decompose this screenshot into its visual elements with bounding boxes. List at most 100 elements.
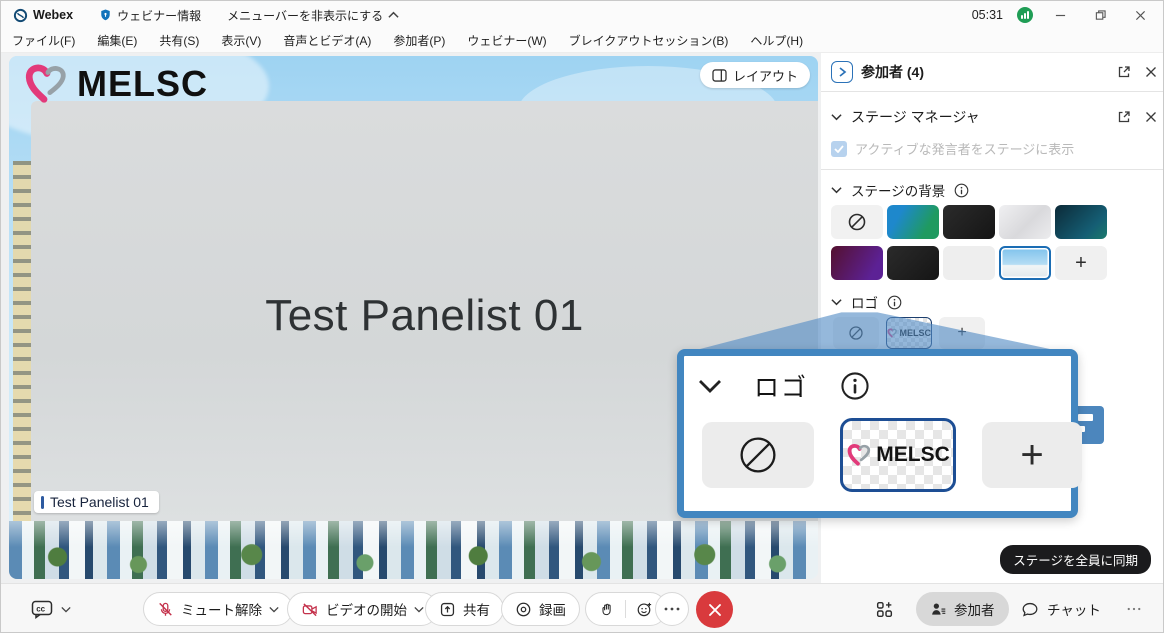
chat-button[interactable]: チャット [1021,592,1101,626]
panelist-display-name: Test Panelist 01 [31,291,818,341]
bg-thumbnail-silver[interactable] [999,205,1051,239]
active-speaker-checkbox[interactable] [831,141,847,157]
active-speaker-label: アクティブな発言者をステージに表示 [855,139,1074,158]
main-region: Test Panelist 01 MELSC レイアウト Test Paneli… [1,53,1164,583]
menu-help[interactable]: ヘルプ(H) [739,32,814,49]
restore-button[interactable] [1087,6,1113,24]
layout-icon [712,69,727,82]
unmute-button[interactable]: ミュート解除 [143,592,293,626]
panel-divider [821,91,1164,92]
webinar-info-button[interactable]: ウェビナー情報 [99,7,201,24]
active-speaker-row: アクティブな発言者をステージに表示 [831,139,1157,158]
bg-thumbnail-dark[interactable] [887,246,939,280]
apps-grid-icon [875,600,894,619]
bg-thumbnail-none[interactable] [831,205,883,239]
callout-no-logo-tile[interactable] [702,422,814,488]
audio-indicator-icon [41,496,44,509]
reactions-smiley-icon[interactable] [636,601,653,618]
menu-view[interactable]: 表示(V) [210,32,272,49]
apps-button[interactable] [875,592,894,626]
menu-breakout[interactable]: ブレイクアウトセッション(B) [558,32,740,49]
menu-edit[interactable]: 編集(E) [86,32,148,49]
record-button[interactable]: 録画 [501,592,580,626]
logo-section-header: ロゴ [831,291,1157,313]
bg-thumbnail-ocean[interactable] [887,205,939,239]
more-options-button[interactable] [655,592,689,626]
share-screen-icon [439,601,456,618]
collapse-panel-button[interactable] [831,61,853,83]
app-title: Webex [33,8,73,22]
minimize-button[interactable] [1047,6,1073,24]
callout-melsc-logo-tile-selected[interactable]: MELSC [840,418,956,492]
stage-brand-text: MELSC [77,63,208,105]
city-skyline-decoration [9,521,818,579]
plus-icon: + [1075,253,1087,273]
webex-logo-icon [13,8,28,23]
stage-manager-header: ステージ マネージャ [831,105,1157,129]
sync-stage-button[interactable]: ステージを全員に同期 [1000,545,1151,574]
stage-background-title: ステージの背景 [851,180,945,200]
menu-participants[interactable]: 参加者(P) [382,32,456,49]
bg-thumbnail-city-selected[interactable] [999,246,1051,280]
captions-button[interactable]: cc [31,592,71,626]
menu-share[interactable]: 共有(S) [148,32,210,49]
stage-background-header: ステージの背景 [831,179,1157,201]
connection-quality-icon[interactable] [1017,7,1033,23]
record-label: 録画 [539,599,566,619]
chevron-down-icon [269,606,279,613]
menu-audio-video[interactable]: 音声とビデオ(A) [272,32,382,49]
background-thumbnails-row1 [831,205,1107,239]
ellipsis-icon [1127,607,1141,611]
no-logo-icon [737,434,779,476]
raise-hand-icon[interactable] [599,601,615,618]
bg-thumbnail-plum[interactable] [831,246,883,280]
participants-toggle-button[interactable]: 参加者 [916,592,1009,626]
logo-section-title: ロゴ [851,292,878,312]
panel-more-button[interactable] [1127,592,1141,626]
chat-label: チャット [1047,599,1101,619]
menu-bar: ファイル(F) 編集(E) 共有(S) 表示(V) 音声とビデオ(A) 参加者(… [1,29,1163,53]
start-video-label: ビデオの開始 [326,599,407,619]
bg-thumbnail-black[interactable] [943,205,995,239]
layout-button-label: レイアウト [733,66,798,85]
share-button[interactable]: 共有 [425,592,504,626]
menu-file[interactable]: ファイル(F) [1,32,86,49]
webinar-info-label: ウェビナー情報 [117,7,201,24]
hide-menubar-label: メニューバーを非表示にする [227,7,383,24]
leave-meeting-button[interactable] [696,591,733,628]
layout-button[interactable]: レイアウト [700,62,810,88]
titlebar-right: 05:31 [972,6,1163,24]
divider [625,600,626,618]
popout-icon[interactable] [1117,65,1131,79]
bg-add-button[interactable]: + [1055,246,1107,280]
svg-text:cc: cc [36,604,45,613]
menu-webinar[interactable]: ウェビナー(W) [456,32,557,49]
chevron-down-icon [61,606,71,613]
bg-thumbnail-teal[interactable] [1055,205,1107,239]
melsc-heart-icon [23,62,69,106]
chevron-down-icon[interactable] [831,186,842,194]
info-icon[interactable] [954,183,969,198]
chevron-down-icon[interactable] [831,113,842,121]
share-label: 共有 [463,599,490,619]
callout-brand-text: MELSC [876,443,950,467]
info-icon[interactable] [887,295,902,310]
popout-icon[interactable] [1117,110,1131,124]
callout-add-logo-tile[interactable]: + [982,422,1082,488]
close-panel-icon[interactable] [1145,111,1157,123]
close-panel-icon[interactable] [1145,66,1157,78]
logo-magnifier-callout: ロゴ MELSC + [677,349,1078,518]
shield-icon [99,8,112,22]
chevron-down-icon[interactable] [831,298,842,306]
info-icon [840,371,870,401]
webex-brand: Webex [13,8,73,23]
close-x-icon [708,603,722,617]
control-bar: cc ミュート解除 ビデオの開始 共有 録画 [1,583,1163,633]
stage-manager-title: ステージ マネージャ [851,107,980,127]
close-window-button[interactable] [1127,6,1153,24]
mic-muted-icon [157,601,174,618]
bg-thumbnail-light[interactable] [943,246,995,280]
callout-header: ロゴ [698,368,870,404]
hide-menubar-button[interactable]: メニューバーを非表示にする [227,7,399,24]
start-video-button[interactable]: ビデオの開始 [287,592,438,626]
